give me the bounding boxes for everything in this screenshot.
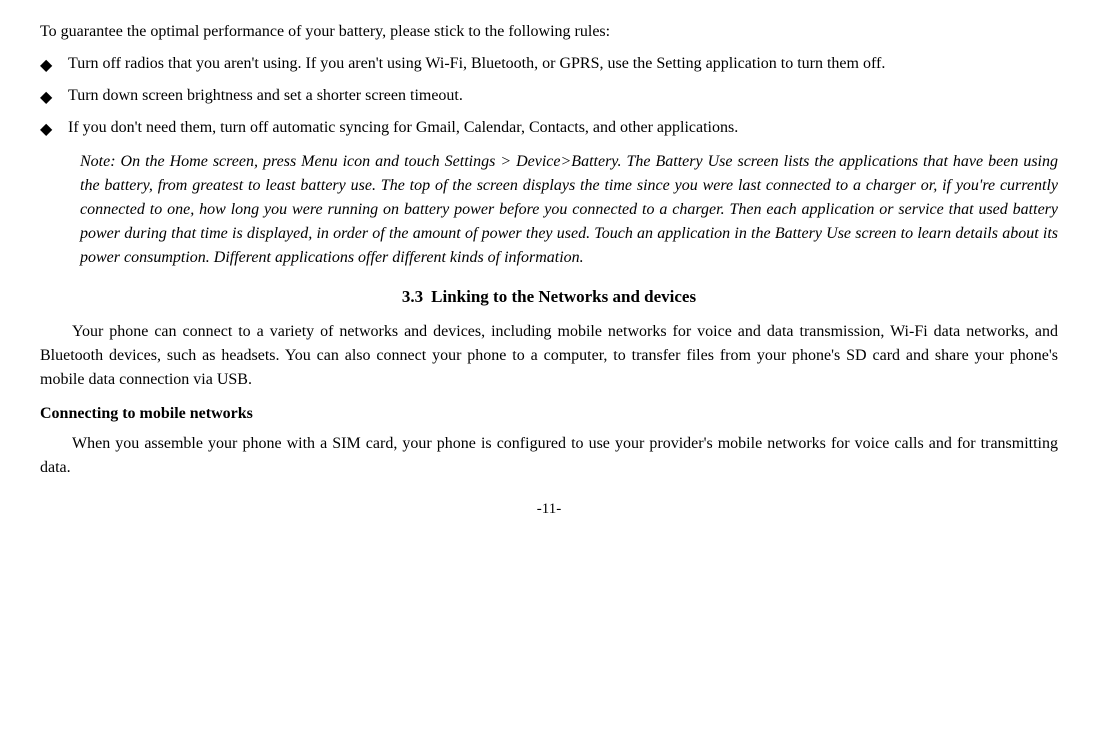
bullet-icon: ◆ [40, 116, 68, 142]
bullet-text: Turn off radios that you aren't using. I… [68, 52, 1058, 76]
list-item: ◆ Turn down screen brightness and set a … [40, 84, 1058, 110]
bullet-icon: ◆ [40, 84, 68, 110]
section-heading: 3.3 Linking to the Networks and devices [40, 284, 1058, 310]
list-item: ◆ If you don't need them, turn off autom… [40, 116, 1058, 142]
section-title: Linking to the Networks and devices [431, 287, 696, 306]
section-paragraph: Your phone can connect to a variety of n… [40, 320, 1058, 392]
intro-line: To guarantee the optimal performance of … [40, 20, 1058, 44]
section-number: 3.3 [402, 287, 423, 306]
note-block: Note: On the Home screen, press Menu ico… [80, 150, 1058, 270]
subsection-heading: Connecting to mobile networks [40, 402, 1058, 426]
page-content: To guarantee the optimal performance of … [40, 20, 1058, 520]
subsection-paragraph: When you assemble your phone with a SIM … [40, 432, 1058, 480]
bullet-text: If you don't need them, turn off automat… [68, 116, 1058, 140]
bullet-list: ◆ Turn off radios that you aren't using.… [40, 52, 1058, 142]
bullet-icon: ◆ [40, 52, 68, 78]
bullet-text: Turn down screen brightness and set a sh… [68, 84, 1058, 108]
list-item: ◆ Turn off radios that you aren't using.… [40, 52, 1058, 78]
page-number: -11- [40, 498, 1058, 521]
note-text: Note: On the Home screen, press Menu ico… [80, 153, 1058, 266]
